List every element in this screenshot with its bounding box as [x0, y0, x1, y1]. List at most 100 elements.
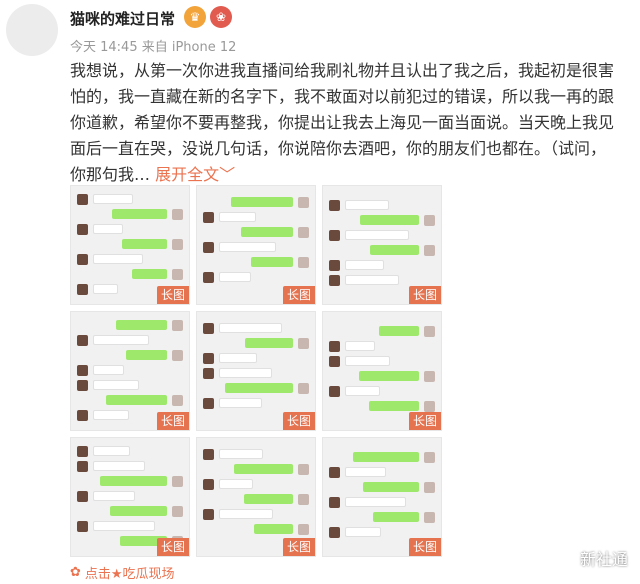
chat-bubble — [116, 320, 167, 330]
chat-avatar — [77, 380, 88, 391]
chat-avatar — [329, 497, 340, 508]
chat-avatar — [203, 212, 214, 223]
chat-avatar — [329, 275, 340, 286]
post-header: 猫咪的难过日常 ♛ ❀ 今天 14:45 来自 iPhone 12 — [0, 0, 640, 60]
chat-bubble — [231, 197, 293, 207]
chat-avatar — [203, 353, 214, 364]
chat-bubble — [345, 260, 384, 270]
chat-screenshot-image[interactable]: 长图 — [196, 185, 316, 305]
chat-avatar — [203, 323, 214, 334]
chat-avatar — [172, 209, 183, 220]
chat-bubble — [93, 224, 123, 234]
chat-avatar — [298, 524, 309, 535]
chat-avatar — [329, 230, 340, 241]
vip-crown-icon[interactable]: ♛ — [184, 6, 206, 28]
chat-bubble — [353, 452, 419, 462]
chat-avatar — [203, 242, 214, 253]
chat-bubble — [93, 410, 129, 420]
chat-avatar — [424, 215, 435, 226]
chat-bubble — [126, 350, 167, 360]
chat-screenshot-image[interactable]: 长图 — [70, 437, 190, 557]
chat-bubble — [219, 323, 282, 333]
footer-link-text[interactable]: 点击★吃瓜现场 — [85, 563, 175, 582]
chat-screenshot-image[interactable]: 长图 — [322, 311, 442, 431]
chat-bubble — [345, 341, 375, 351]
chat-avatar — [298, 197, 309, 208]
chat-screenshot-image[interactable]: 长图 — [70, 311, 190, 431]
chat-bubble — [219, 398, 262, 408]
ribbon-icon[interactable]: ❀ — [210, 6, 232, 28]
chat-bubble — [345, 497, 406, 507]
chat-avatar — [172, 269, 183, 280]
chat-screenshot-image[interactable]: 长图 — [322, 437, 442, 557]
chat-avatar — [424, 371, 435, 382]
chat-bubble — [93, 446, 130, 456]
long-image-tag: 长图 — [156, 286, 189, 304]
chat-avatar — [298, 383, 309, 394]
chat-avatar — [424, 401, 435, 412]
chat-avatar — [298, 227, 309, 238]
chat-bubble — [219, 368, 272, 378]
chat-avatar — [203, 368, 214, 379]
chat-bubble — [363, 482, 419, 492]
chat-avatar — [203, 398, 214, 409]
chat-bubble — [225, 383, 293, 393]
chat-bubble — [345, 275, 399, 285]
watermark: 新社通 — [579, 550, 628, 569]
chat-bubble — [369, 401, 419, 411]
chat-avatar — [77, 461, 88, 472]
chat-screenshot-image[interactable]: 长图 — [196, 311, 316, 431]
chat-bubble — [219, 212, 256, 222]
chat-avatar — [172, 239, 183, 250]
chat-bubble — [360, 215, 419, 225]
chat-bubble — [93, 365, 124, 375]
chat-avatar — [424, 452, 435, 463]
long-image-tag: 长图 — [156, 412, 189, 430]
chevron-down-icon[interactable]: ﹀ — [219, 165, 235, 184]
chat-bubble — [254, 524, 293, 534]
chat-bubble — [219, 353, 257, 363]
post-text: 我想说，从第一次你进我直播间给我刷礼物并且认出了我之后，我起初是很害怕的，我一直… — [70, 61, 615, 184]
avatar[interactable] — [6, 4, 58, 56]
chat-avatar — [77, 254, 88, 265]
chat-avatar — [203, 272, 214, 283]
long-image-tag: 长图 — [408, 412, 441, 430]
chat-avatar — [424, 482, 435, 493]
chat-avatar — [298, 464, 309, 475]
chat-screenshot-image[interactable]: 长图 — [196, 437, 316, 557]
chat-bubble — [345, 200, 389, 210]
chat-bubble — [100, 476, 167, 486]
chat-bubble — [219, 272, 251, 282]
chat-bubble — [345, 356, 390, 366]
chat-bubble — [251, 257, 293, 267]
footer-link[interactable]: ✿ 点击★吃瓜现场 — [70, 563, 175, 582]
chat-bubble — [241, 227, 293, 237]
chat-bubble — [93, 491, 135, 501]
chat-avatar — [172, 395, 183, 406]
long-image-tag: 长图 — [156, 538, 189, 556]
post-body: 我想说，从第一次你进我直播间给我刷礼物并且认出了我之后，我起初是很害怕的，我一直… — [70, 58, 620, 188]
chat-screenshot-image[interactable]: 长图 — [322, 185, 442, 305]
chat-avatar — [298, 338, 309, 349]
chat-avatar — [203, 449, 214, 460]
chat-avatar — [424, 245, 435, 256]
chat-bubble — [219, 449, 263, 459]
chat-avatar — [77, 491, 88, 502]
long-image-tag: 长图 — [282, 412, 315, 430]
chat-avatar — [77, 446, 88, 457]
chat-screenshot-image[interactable]: 长图 — [70, 185, 190, 305]
chat-avatar — [77, 365, 88, 376]
chat-avatar — [77, 194, 88, 205]
chat-bubble — [379, 326, 419, 336]
chat-avatar — [329, 200, 340, 211]
expand-link[interactable]: 展开全文﹀ — [155, 165, 235, 184]
chat-avatar — [424, 326, 435, 337]
chat-bubble — [244, 494, 293, 504]
chat-avatar — [203, 509, 214, 520]
username[interactable]: 猫咪的难过日常 — [70, 8, 175, 29]
chat-avatar — [172, 320, 183, 331]
chat-bubble — [370, 245, 419, 255]
chat-bubble — [373, 512, 419, 522]
chat-bubble — [345, 386, 380, 396]
chat-avatar — [329, 467, 340, 478]
